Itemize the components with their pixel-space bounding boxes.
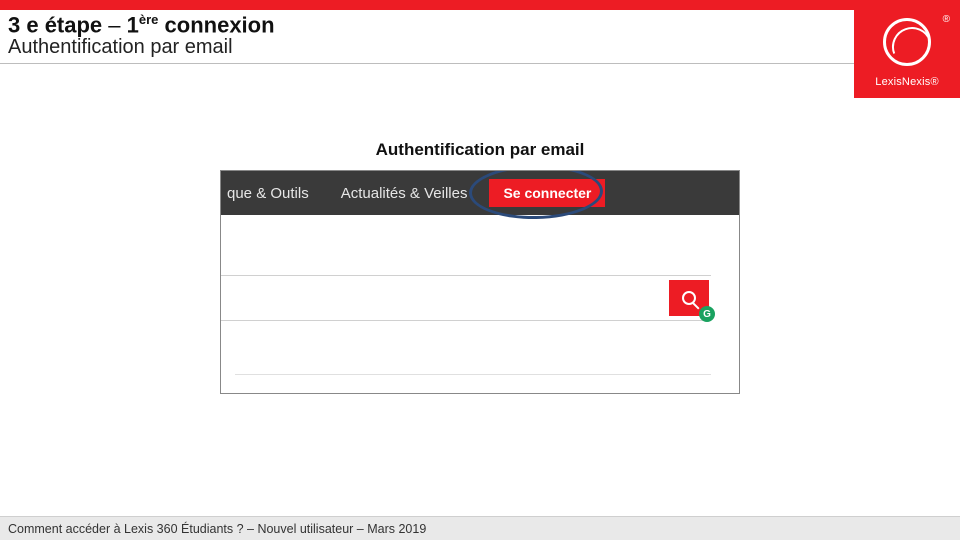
slide-title: 3 e étape – 1ère connexion [8,12,854,38]
top-accent-bar [0,0,960,10]
footer-text: Comment accéder à Lexis 360 Étudiants ? … [8,522,426,536]
section-heading: Authentification par email [0,140,960,160]
slide-subtitle: Authentification par email [8,36,854,59]
header-text-block: 3 e étape – 1ère connexion Authentificat… [0,10,854,64]
nav-item-news[interactable]: Actualités & Veilles [325,185,484,202]
divider-line [235,374,711,375]
nav-item-tools-truncated[interactable]: que & Outils [221,185,325,202]
search-button[interactable]: G [669,280,709,316]
grammarly-badge-icon: G [699,306,715,322]
registered-mark: ® [943,14,950,25]
brand-logo-box: ® LexisNexis® [854,0,960,98]
title-part2-sup: ère [139,12,159,27]
title-step: 3 e étape [8,12,102,37]
slide-header: 3 e étape – 1ère connexion Authentificat… [0,10,960,98]
title-dash: – [102,12,126,37]
title-part2-pre: 1 [127,12,139,37]
app-nav-bar: que & Outils Actualités & Veilles Se con… [221,171,739,215]
brand-name-reg: ® [930,76,938,88]
search-icon [682,291,696,305]
brand-name-text: LexisNexis [875,76,930,88]
slide-footer: Comment accéder à Lexis 360 Étudiants ? … [0,516,960,540]
brand-name: LexisNexis® [854,76,960,88]
title-part2-post: connexion [158,12,274,37]
embedded-screenshot: que & Outils Actualités & Veilles Se con… [220,170,740,394]
globe-icon [883,18,931,66]
connect-button[interactable]: Se connecter [489,179,605,207]
search-row: G [221,275,711,321]
